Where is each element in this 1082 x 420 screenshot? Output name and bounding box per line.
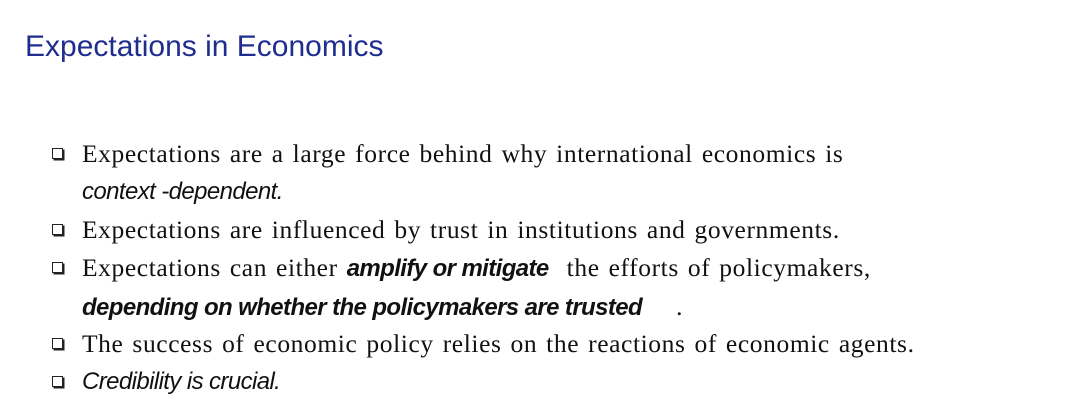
checkbox-bullet-icon [52,338,63,349]
bullet-item: The success of economic policy relies on… [52,325,1072,363]
bullet-item: Credibility is crucial. [52,363,1072,401]
bullet-emphasis: context -dependent. [82,178,283,205]
checkbox-bullet-icon [52,376,63,387]
bullet-emphasis: Credibility is crucial. [82,368,281,395]
bullet-item: Expectations are a large force behind wh… [52,135,1072,211]
bullet-emphasis: amplify or mitigate [346,255,550,282]
bullet-item: Expectations can either amplify or mitig… [52,249,1072,325]
slide: Expectations in Economics Expectations a… [0,0,1082,420]
bullet-text: Expectations are influenced by trust in … [82,215,840,244]
bullet-emphasis: depending on whether the policymakers ar… [82,294,643,321]
checkbox-bullet-icon [52,224,63,235]
bullet-line: Expectations can either amplify or mitig… [82,249,1072,288]
checkbox-bullet-icon [52,262,63,273]
bullet-text: Expectations can either [82,253,338,282]
bullet-item: Expectations are influenced by trust in … [52,211,1072,249]
bullet-text: the efforts of policymakers, [566,253,871,282]
bullet-text: . [676,292,684,321]
bullet-text: The success of economic policy relies on… [82,329,915,358]
checkbox-bullet-icon [52,148,63,159]
bullet-text: Expectations are a large force behind wh… [82,139,844,168]
slide-title: Expectations in Economics [25,30,384,63]
bullet-line: depending on whether the policymakers ar… [82,288,1072,327]
bullet-list: Expectations are a large force behind wh… [52,135,1072,401]
